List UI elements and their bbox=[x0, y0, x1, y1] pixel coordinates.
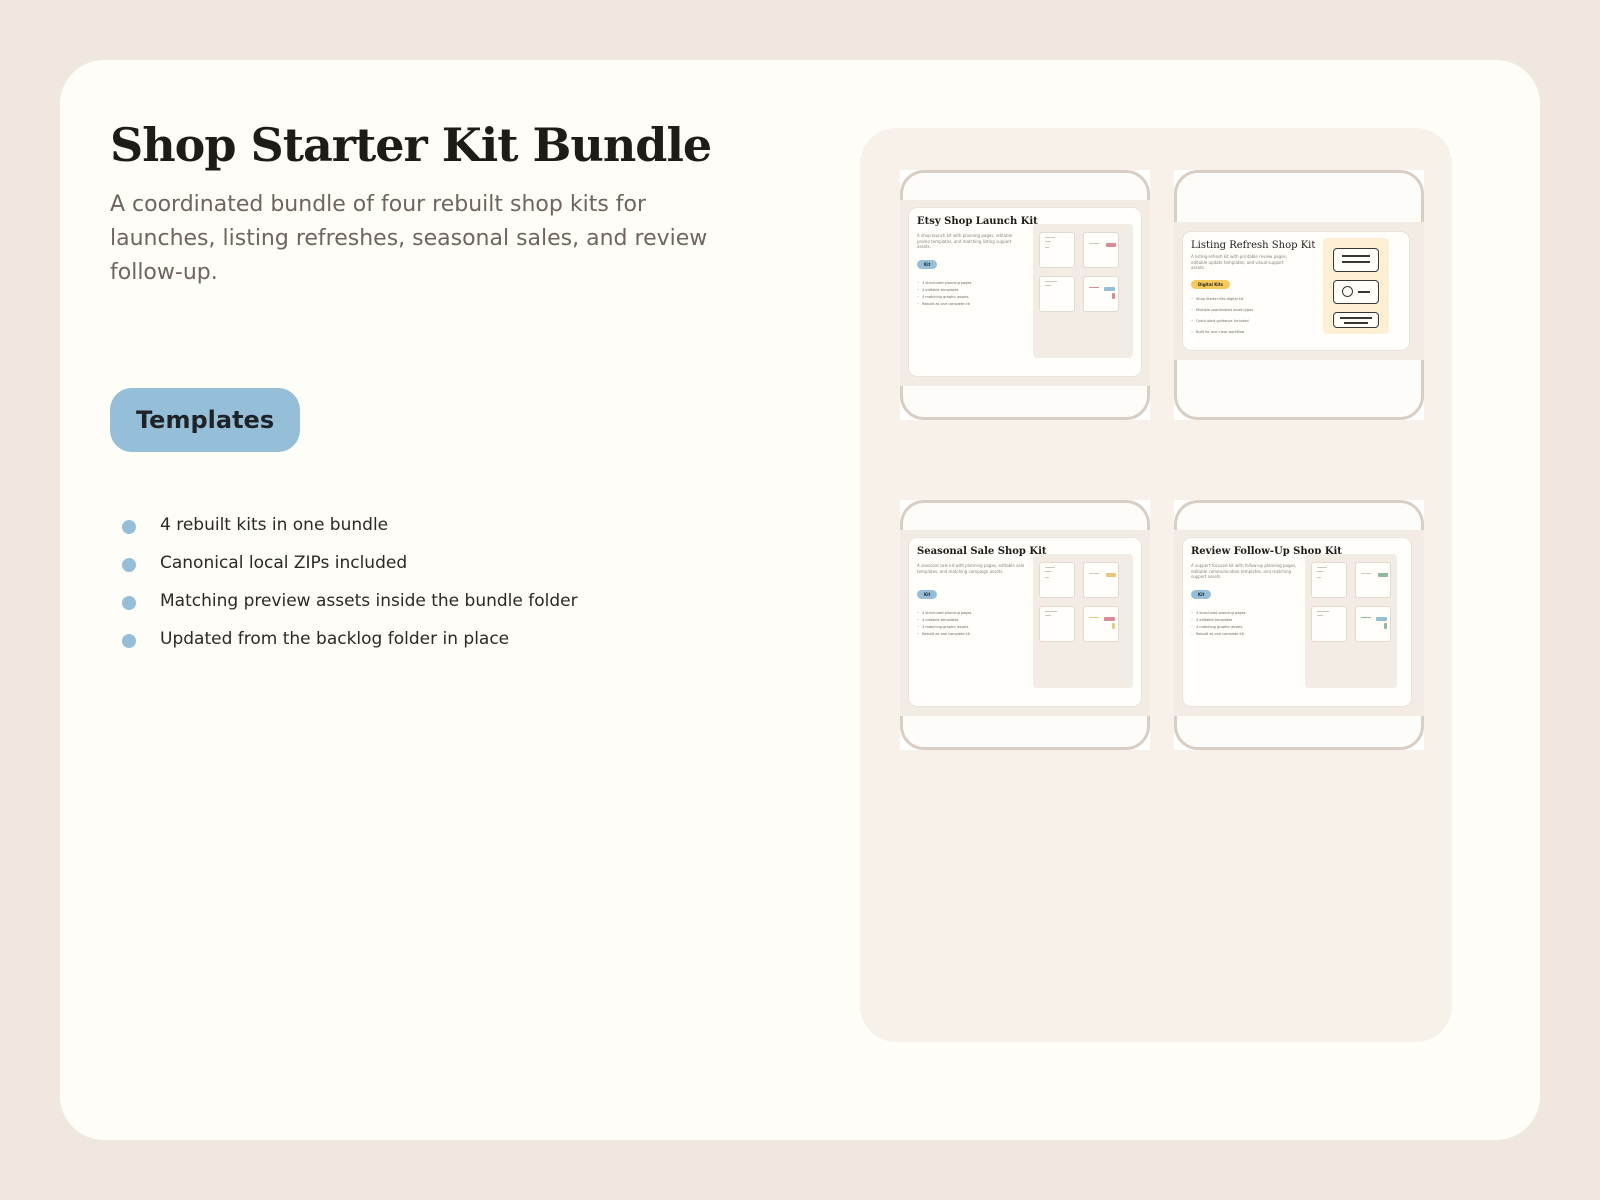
kit-title: Seasonal Sale Shop Kit bbox=[917, 546, 1047, 557]
feature-item: Updated from the backlog folder in place bbox=[122, 624, 578, 662]
toggle-icon bbox=[1333, 280, 1379, 304]
page-title: Shop Starter Kit Bundle bbox=[110, 118, 712, 172]
kit-thumbnail-etsy-launch[interactable]: Etsy Shop Launch Kit A shop-launch kit w… bbox=[900, 170, 1150, 420]
mini-page bbox=[1083, 562, 1119, 598]
mini-page bbox=[1039, 232, 1075, 268]
mini-page bbox=[1083, 606, 1119, 642]
preview-panel bbox=[1033, 554, 1133, 688]
feature-list: 4 rebuilt kits in one bundle Canonical l… bbox=[122, 510, 578, 662]
mini-page bbox=[1039, 606, 1075, 642]
kit-preview-sheet: Listing Refresh Shop Kit A listing-refre… bbox=[1183, 232, 1409, 350]
mini-page bbox=[1039, 276, 1075, 312]
mini-page bbox=[1311, 606, 1347, 642]
kit-thumbnail-seasonal-sale[interactable]: Seasonal Sale Shop Kit A seasonal sale k… bbox=[900, 500, 1150, 750]
mini-page bbox=[1039, 562, 1075, 598]
kit-description: A seasonal sale kit with planning pages,… bbox=[917, 563, 1025, 574]
kit-chip: Kit bbox=[917, 260, 938, 269]
kit-preview-gallery: Etsy Shop Launch Kit A shop-launch kit w… bbox=[860, 128, 1452, 1042]
kit-chip: Digital Kits bbox=[1191, 280, 1231, 289]
kit-item-list: 4 structured planning pages 4 editable t… bbox=[917, 610, 971, 638]
kit-item-list: 4 structured planning pages 4 editable t… bbox=[1191, 610, 1245, 638]
feature-item: Canonical local ZIPs included bbox=[122, 548, 578, 586]
kit-preview-sheet: Seasonal Sale Shop Kit A seasonal sale k… bbox=[909, 538, 1141, 706]
menu-lines-icon bbox=[1333, 312, 1379, 328]
kit-description: A support-focused kit with follow-up pla… bbox=[1191, 563, 1297, 579]
kit-thumbnail-review-follow-up[interactable]: Review Follow-Up Shop Kit A support-focu… bbox=[1174, 500, 1424, 750]
kit-description: A listing-refresh kit with printable rev… bbox=[1191, 254, 1287, 270]
category-tag[interactable]: Templates bbox=[110, 388, 301, 452]
text-lines-icon bbox=[1333, 248, 1379, 272]
mini-page bbox=[1083, 232, 1119, 268]
bullet-dot-icon bbox=[122, 558, 136, 572]
bundle-card: Shop Starter Kit Bundle A coordinated bu… bbox=[60, 60, 1540, 1140]
feature-item: 4 rebuilt kits in one bundle bbox=[122, 510, 578, 548]
kit-item-list: Shop Starter Kits digital kit Multiple c… bbox=[1191, 294, 1253, 338]
bullet-dot-icon bbox=[122, 596, 136, 610]
kit-preview-sheet: Etsy Shop Launch Kit A shop-launch kit w… bbox=[909, 208, 1141, 376]
mini-page bbox=[1083, 276, 1119, 312]
feature-item: Matching preview assets inside the bundl… bbox=[122, 586, 578, 624]
bullet-dot-icon bbox=[122, 520, 136, 534]
kit-item-list: 4 structured planning pages 4 editable t… bbox=[917, 280, 971, 308]
mini-page bbox=[1311, 562, 1347, 598]
page-subtitle: A coordinated bundle of four rebuilt sho… bbox=[110, 192, 708, 285]
kit-description: A shop-launch kit with planning pages, e… bbox=[917, 233, 1013, 249]
kit-chip: Kit bbox=[917, 590, 938, 599]
mini-page bbox=[1355, 606, 1391, 642]
kit-title: Listing Refresh Shop Kit bbox=[1191, 240, 1316, 251]
bullet-dot-icon bbox=[122, 634, 136, 648]
kit-chip: Kit bbox=[1191, 590, 1212, 599]
mini-page bbox=[1355, 562, 1391, 598]
preview-panel bbox=[1323, 238, 1389, 334]
preview-panel bbox=[1305, 554, 1397, 688]
kit-preview-sheet: Review Follow-Up Shop Kit A support-focu… bbox=[1183, 538, 1411, 706]
kit-title: Etsy Shop Launch Kit bbox=[917, 216, 1038, 227]
preview-panel bbox=[1033, 224, 1133, 358]
kit-thumbnail-listing-refresh[interactable]: Listing Refresh Shop Kit A listing-refre… bbox=[1174, 170, 1424, 420]
